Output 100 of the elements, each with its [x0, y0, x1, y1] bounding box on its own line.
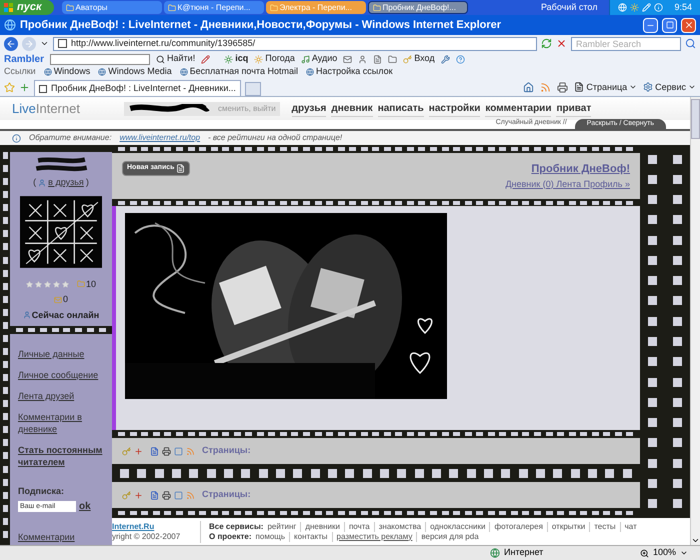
pencil-icon[interactable] [201, 54, 210, 64]
zoom-button[interactable]: 100% [640, 546, 700, 560]
sidebar-link[interactable]: Личные данные [18, 348, 104, 360]
brand-link[interactable]: Internet.Ru [112, 522, 200, 532]
about-link[interactable]: версия для pda [416, 532, 479, 542]
service-link[interactable]: открытки [546, 522, 586, 532]
start-button[interactable]: пуск [0, 0, 54, 15]
globe-icon [98, 68, 106, 76]
about-label: О проекте: [209, 532, 252, 542]
window-title: Пробник ДнеВоф! : LiveInternet - Дневники,Новости,Форумы - Windows Internet Explorer [20, 18, 502, 33]
add-friend-link[interactable]: ( в друзья ) [33, 176, 89, 190]
maximize-button[interactable] [662, 18, 677, 32]
sidebar-link[interactable]: Стать постоянным читателем [18, 444, 104, 468]
sidebar-link[interactable]: Личное сообщение [18, 369, 104, 381]
blog-title[interactable]: Пробник ДнеВоф! [531, 161, 630, 178]
scrollbar[interactable] [690, 97, 700, 545]
page-menu-button[interactable]: Страница [574, 80, 638, 94]
sidebar-link[interactable]: Лента друзей [18, 390, 104, 402]
home-icon[interactable] [523, 82, 534, 93]
info-icon [12, 134, 21, 142]
about-link[interactable]: помощь [256, 532, 286, 542]
favorites-link[interactable]: Windows [44, 65, 90, 79]
folder-icon [76, 280, 85, 288]
service-link[interactable]: фотогалерея [489, 522, 543, 532]
search-field[interactable]: Rambler Search [571, 36, 681, 50]
find-button[interactable]: Найти! [156, 52, 196, 66]
add-icon[interactable] [134, 490, 143, 500]
icq-button[interactable]: icq [224, 52, 248, 66]
browser-tab[interactable]: Пробник ДнеВоф! : LiveInternet - Дневники... [34, 80, 241, 96]
refresh-icon[interactable] [541, 38, 552, 49]
back-button[interactable] [4, 36, 18, 50]
service-link[interactable]: знакомства [374, 522, 422, 532]
nav-link[interactable]: комментарии [485, 100, 552, 116]
audio-button[interactable]: Аудио [300, 52, 338, 66]
tray-icon[interactable] [642, 3, 652, 12]
minimize-button[interactable] [643, 18, 658, 32]
tray-icon[interactable] [618, 3, 628, 12]
globe-icon [490, 548, 500, 558]
service-link[interactable]: одноклассники [425, 522, 486, 532]
tray-icon[interactable] [630, 3, 640, 12]
security-zone: Интернет [490, 546, 640, 560]
search-icon[interactable] [685, 38, 696, 49]
favorites-link[interactable]: Бесплатная почта Hotmail [180, 65, 298, 79]
user-icon[interactable] [358, 54, 368, 64]
notice-link[interactable]: www.liveinternet.ru/top [120, 132, 200, 144]
taskbar-button[interactable]: К@тюня - Перепи... [164, 1, 264, 14]
site-logo[interactable]: LiveInternet [12, 98, 80, 118]
nav-link[interactable]: друзья [292, 100, 326, 116]
login-button[interactable]: Вход [403, 52, 435, 66]
help-icon[interactable] [456, 54, 465, 64]
print-icon[interactable] [162, 446, 171, 456]
about-link[interactable]: разместить рекламу [332, 532, 412, 542]
nav-link[interactable]: дневник [331, 100, 373, 116]
document-icon[interactable] [373, 54, 382, 64]
folder-icon[interactable] [388, 54, 398, 64]
stop-icon[interactable] [556, 38, 567, 49]
about-link[interactable]: контакты [289, 532, 328, 542]
zoom-icon [640, 548, 649, 558]
nav-link[interactable]: настройки [428, 100, 480, 116]
user-icon [22, 311, 31, 320]
tray-icon[interactable] [654, 3, 664, 12]
user-icon [38, 178, 46, 187]
add-icon[interactable] [134, 446, 143, 456]
new-tab-button[interactable] [244, 82, 261, 96]
desktop-toolbar-label[interactable]: Рабочий стол [540, 0, 610, 15]
history-dropdown-icon[interactable] [40, 39, 49, 48]
sidebar-link[interactable]: Комментарии [18, 530, 104, 542]
service-link[interactable]: рейтинг [267, 522, 296, 532]
favorites-star-icon[interactable] [4, 82, 15, 93]
scroll-down-icon[interactable] [691, 536, 700, 545]
close-button[interactable] [681, 18, 696, 32]
service-link[interactable]: почта [344, 522, 370, 532]
address-field[interactable]: http://www.liveinternet.ru/community/1396585/ [53, 36, 537, 50]
blog-links[interactable]: Дневник (0) Лента Профиль » [505, 178, 630, 191]
nav-link[interactable]: написать [378, 100, 424, 116]
toolbar-logo[interactable]: Rambler [4, 52, 44, 66]
favorites-link[interactable]: Windows Media [98, 65, 172, 79]
service-link[interactable]: тесты [589, 522, 616, 532]
mail-icon[interactable] [343, 54, 352, 64]
ok-link[interactable]: ok [79, 498, 91, 514]
service-link[interactable]: дневники [300, 522, 340, 532]
wrench-icon[interactable] [440, 54, 450, 64]
add-favorite-icon[interactable] [19, 82, 30, 93]
favorites-link[interactable]: Настройка ссылок [306, 65, 393, 79]
toolbar-search-field[interactable] [50, 54, 150, 64]
rss-icon[interactable] [540, 82, 552, 93]
sun-icon [254, 54, 264, 64]
service-link[interactable]: чат [620, 522, 637, 532]
taskbar-button[interactable]: Аваторы [62, 1, 162, 14]
document-icon[interactable] [150, 446, 159, 456]
sidebar-link[interactable]: Комментарии в дневнике [18, 411, 104, 435]
weather-button[interactable]: Погода [254, 52, 295, 66]
key-icon[interactable] [122, 490, 131, 500]
document-icon[interactable] [150, 490, 159, 500]
tools-menu-button[interactable]: Сервис [643, 80, 696, 94]
key-icon[interactable] [122, 446, 131, 456]
print-icon[interactable] [162, 490, 171, 500]
print-icon[interactable] [557, 82, 568, 93]
scrollbar-thumb[interactable] [691, 99, 700, 139]
nav-link[interactable]: приват [556, 100, 592, 116]
